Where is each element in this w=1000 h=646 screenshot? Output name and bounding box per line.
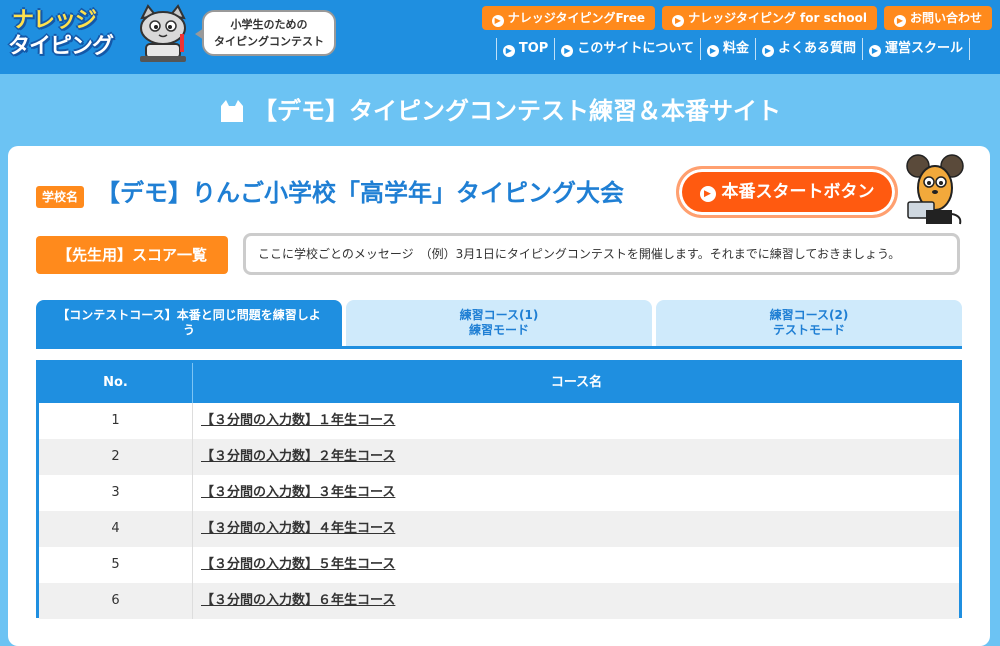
tab-practice-course-1[interactable]: 練習コース(1) 練習モード bbox=[346, 300, 652, 346]
course-link[interactable]: 【３分間の入力数】２年生コース bbox=[201, 439, 395, 475]
play-arrow-icon: ▶ bbox=[672, 15, 685, 27]
row-number: 3 bbox=[39, 475, 193, 511]
course-link[interactable]: 【３分間の入力数】５年生コース bbox=[201, 547, 395, 583]
cat-mascot-icon bbox=[132, 4, 194, 66]
tab-label-line1: 【コンテストコース】本番と同じ問題を練習しよ bbox=[57, 308, 321, 322]
logo-line2: タイピング bbox=[8, 34, 114, 59]
tab-label-line1: 練習コース(2) bbox=[769, 308, 849, 322]
button-label: ナレッジタイピング for school bbox=[688, 11, 867, 25]
site-logo[interactable]: ナレッジ タイピング bbox=[8, 6, 128, 64]
play-arrow-icon: ▶ bbox=[868, 45, 881, 57]
cat-head-icon bbox=[219, 100, 245, 122]
nav-label: このサイトについて bbox=[577, 41, 694, 56]
nav-label: 運営スクール bbox=[884, 41, 963, 56]
play-arrow-icon: ▶ bbox=[502, 45, 515, 57]
row-number: 1 bbox=[39, 403, 193, 439]
page-title-row: 【デモ】タイピングコンテスト練習＆本番サイト bbox=[0, 94, 1000, 128]
main-nav: ▶ TOP ▶ このサイトについて ▶ 料金 ▶ よくある質問 ▶ 運営スクール bbox=[495, 38, 970, 60]
nav-label: TOP bbox=[518, 41, 549, 56]
tab-practice-course-2[interactable]: 練習コース(2) テストモード bbox=[656, 300, 962, 346]
contact-button[interactable]: ▶ お問い合わせ bbox=[883, 6, 992, 30]
course-table: No. コース名 1 【３分間の入力数】１年生コース 2 【３分間の入力数】２年… bbox=[36, 360, 962, 619]
nav-item-pricing[interactable]: ▶ 料金 bbox=[699, 38, 755, 60]
page-title: 【デモ】タイピングコンテスト練習＆本番サイト bbox=[253, 97, 781, 125]
button-label: ナレッジタイピングFree bbox=[507, 11, 646, 25]
start-contest-button[interactable]: ▶ 本番スタートボタン bbox=[676, 166, 898, 218]
course-link[interactable]: 【３分間の入力数】１年生コース bbox=[201, 403, 395, 439]
row-number: 5 bbox=[39, 547, 193, 583]
nav-item-about[interactable]: ▶ このサイトについて bbox=[554, 38, 700, 60]
play-arrow-icon: ▶ bbox=[706, 45, 719, 57]
top-button-group: ▶ ナレッジタイピングFree ▶ ナレッジタイピング for school ▶ お問… bbox=[481, 6, 992, 30]
play-arrow-icon: ▶ bbox=[761, 45, 774, 57]
course-link[interactable]: 【３分間の入力数】３年生コース bbox=[201, 475, 395, 511]
table-row: 5 【３分間の入力数】５年生コース bbox=[39, 547, 959, 583]
row-number: 4 bbox=[39, 511, 193, 547]
column-header-no: No. bbox=[39, 363, 193, 403]
course-link[interactable]: 【３分間の入力数】６年生コース bbox=[201, 583, 395, 619]
mouse-mascot-icon bbox=[904, 154, 966, 228]
knowledge-typing-free-button[interactable]: ▶ ナレッジタイピングFree bbox=[481, 6, 656, 30]
table-row: 2 【３分間の入力数】２年生コース bbox=[39, 439, 959, 475]
tab-contest-course[interactable]: 【コンテストコース】本番と同じ問題を練習しよ う bbox=[36, 300, 342, 346]
table-row: 6 【３分間の入力数】６年生コース bbox=[39, 583, 959, 619]
table-row: 1 【３分間の入力数】１年生コース bbox=[39, 403, 959, 439]
table-body: 1 【３分間の入力数】１年生コース 2 【３分間の入力数】２年生コース 3 【３… bbox=[39, 403, 959, 619]
tab-label-line2: テストモード bbox=[772, 323, 845, 337]
play-arrow-icon: ▶ bbox=[491, 15, 504, 27]
row-number: 2 bbox=[39, 439, 193, 475]
school-message-box: ここに学校ごとのメッセージ （例）3月1日にタイピングコンテストを開催します。そ… bbox=[243, 233, 960, 275]
button-label: お問い合わせ bbox=[909, 11, 982, 25]
table-header: No. コース名 bbox=[39, 363, 959, 403]
row-number: 6 bbox=[39, 583, 193, 619]
tab-label-line2: 練習モード bbox=[468, 323, 529, 337]
tab-underline bbox=[36, 346, 962, 349]
nav-item-school[interactable]: ▶ 運営スクール bbox=[861, 38, 970, 60]
nav-label: 料金 bbox=[722, 41, 749, 56]
play-arrow-icon: ▶ bbox=[893, 15, 906, 27]
nav-label: よくある質問 bbox=[777, 41, 856, 56]
teacher-score-list-button[interactable]: 【先生用】スコア一覧 bbox=[36, 236, 228, 274]
nav-item-faq[interactable]: ▶ よくある質問 bbox=[754, 38, 862, 60]
bubble-line2: タイピングコンテスト bbox=[214, 35, 324, 48]
tab-label-line2: う bbox=[182, 323, 195, 337]
school-title: 【デモ】りんご小学校「高学年」タイピング大会 bbox=[96, 179, 624, 207]
column-header-course-name: コース名 bbox=[550, 375, 603, 390]
tab-label-line1: 練習コース(1) bbox=[459, 308, 539, 322]
play-arrow-icon: ▶ bbox=[699, 186, 716, 202]
bubble-line1: 小学生のための bbox=[230, 18, 308, 31]
play-arrow-icon: ▶ bbox=[561, 45, 574, 57]
nav-item-top[interactable]: ▶ TOP bbox=[495, 38, 554, 60]
logo-line1: ナレッジ bbox=[12, 8, 97, 33]
school-name-badge: 学校名 bbox=[36, 186, 85, 208]
table-row: 4 【３分間の入力数】４年生コース bbox=[39, 511, 959, 547]
knowledge-typing-school-button[interactable]: ▶ ナレッジタイピング for school bbox=[662, 6, 877, 30]
course-link[interactable]: 【３分間の入力数】４年生コース bbox=[201, 511, 395, 547]
speech-bubble: 小学生のための タイピングコンテスト bbox=[195, 10, 336, 56]
site-header: ナレッジ タイピング 小学生のための タイピングコンテスト ▶ ナレッジタイピング… bbox=[0, 0, 1000, 74]
table-row: 3 【３分間の入力数】３年生コース bbox=[39, 475, 959, 511]
start-button-label: 本番スタートボタン bbox=[721, 182, 875, 202]
course-tabs: 【コンテストコース】本番と同じ問題を練習しよ う 練習コース(1) 練習モード … bbox=[36, 300, 962, 346]
